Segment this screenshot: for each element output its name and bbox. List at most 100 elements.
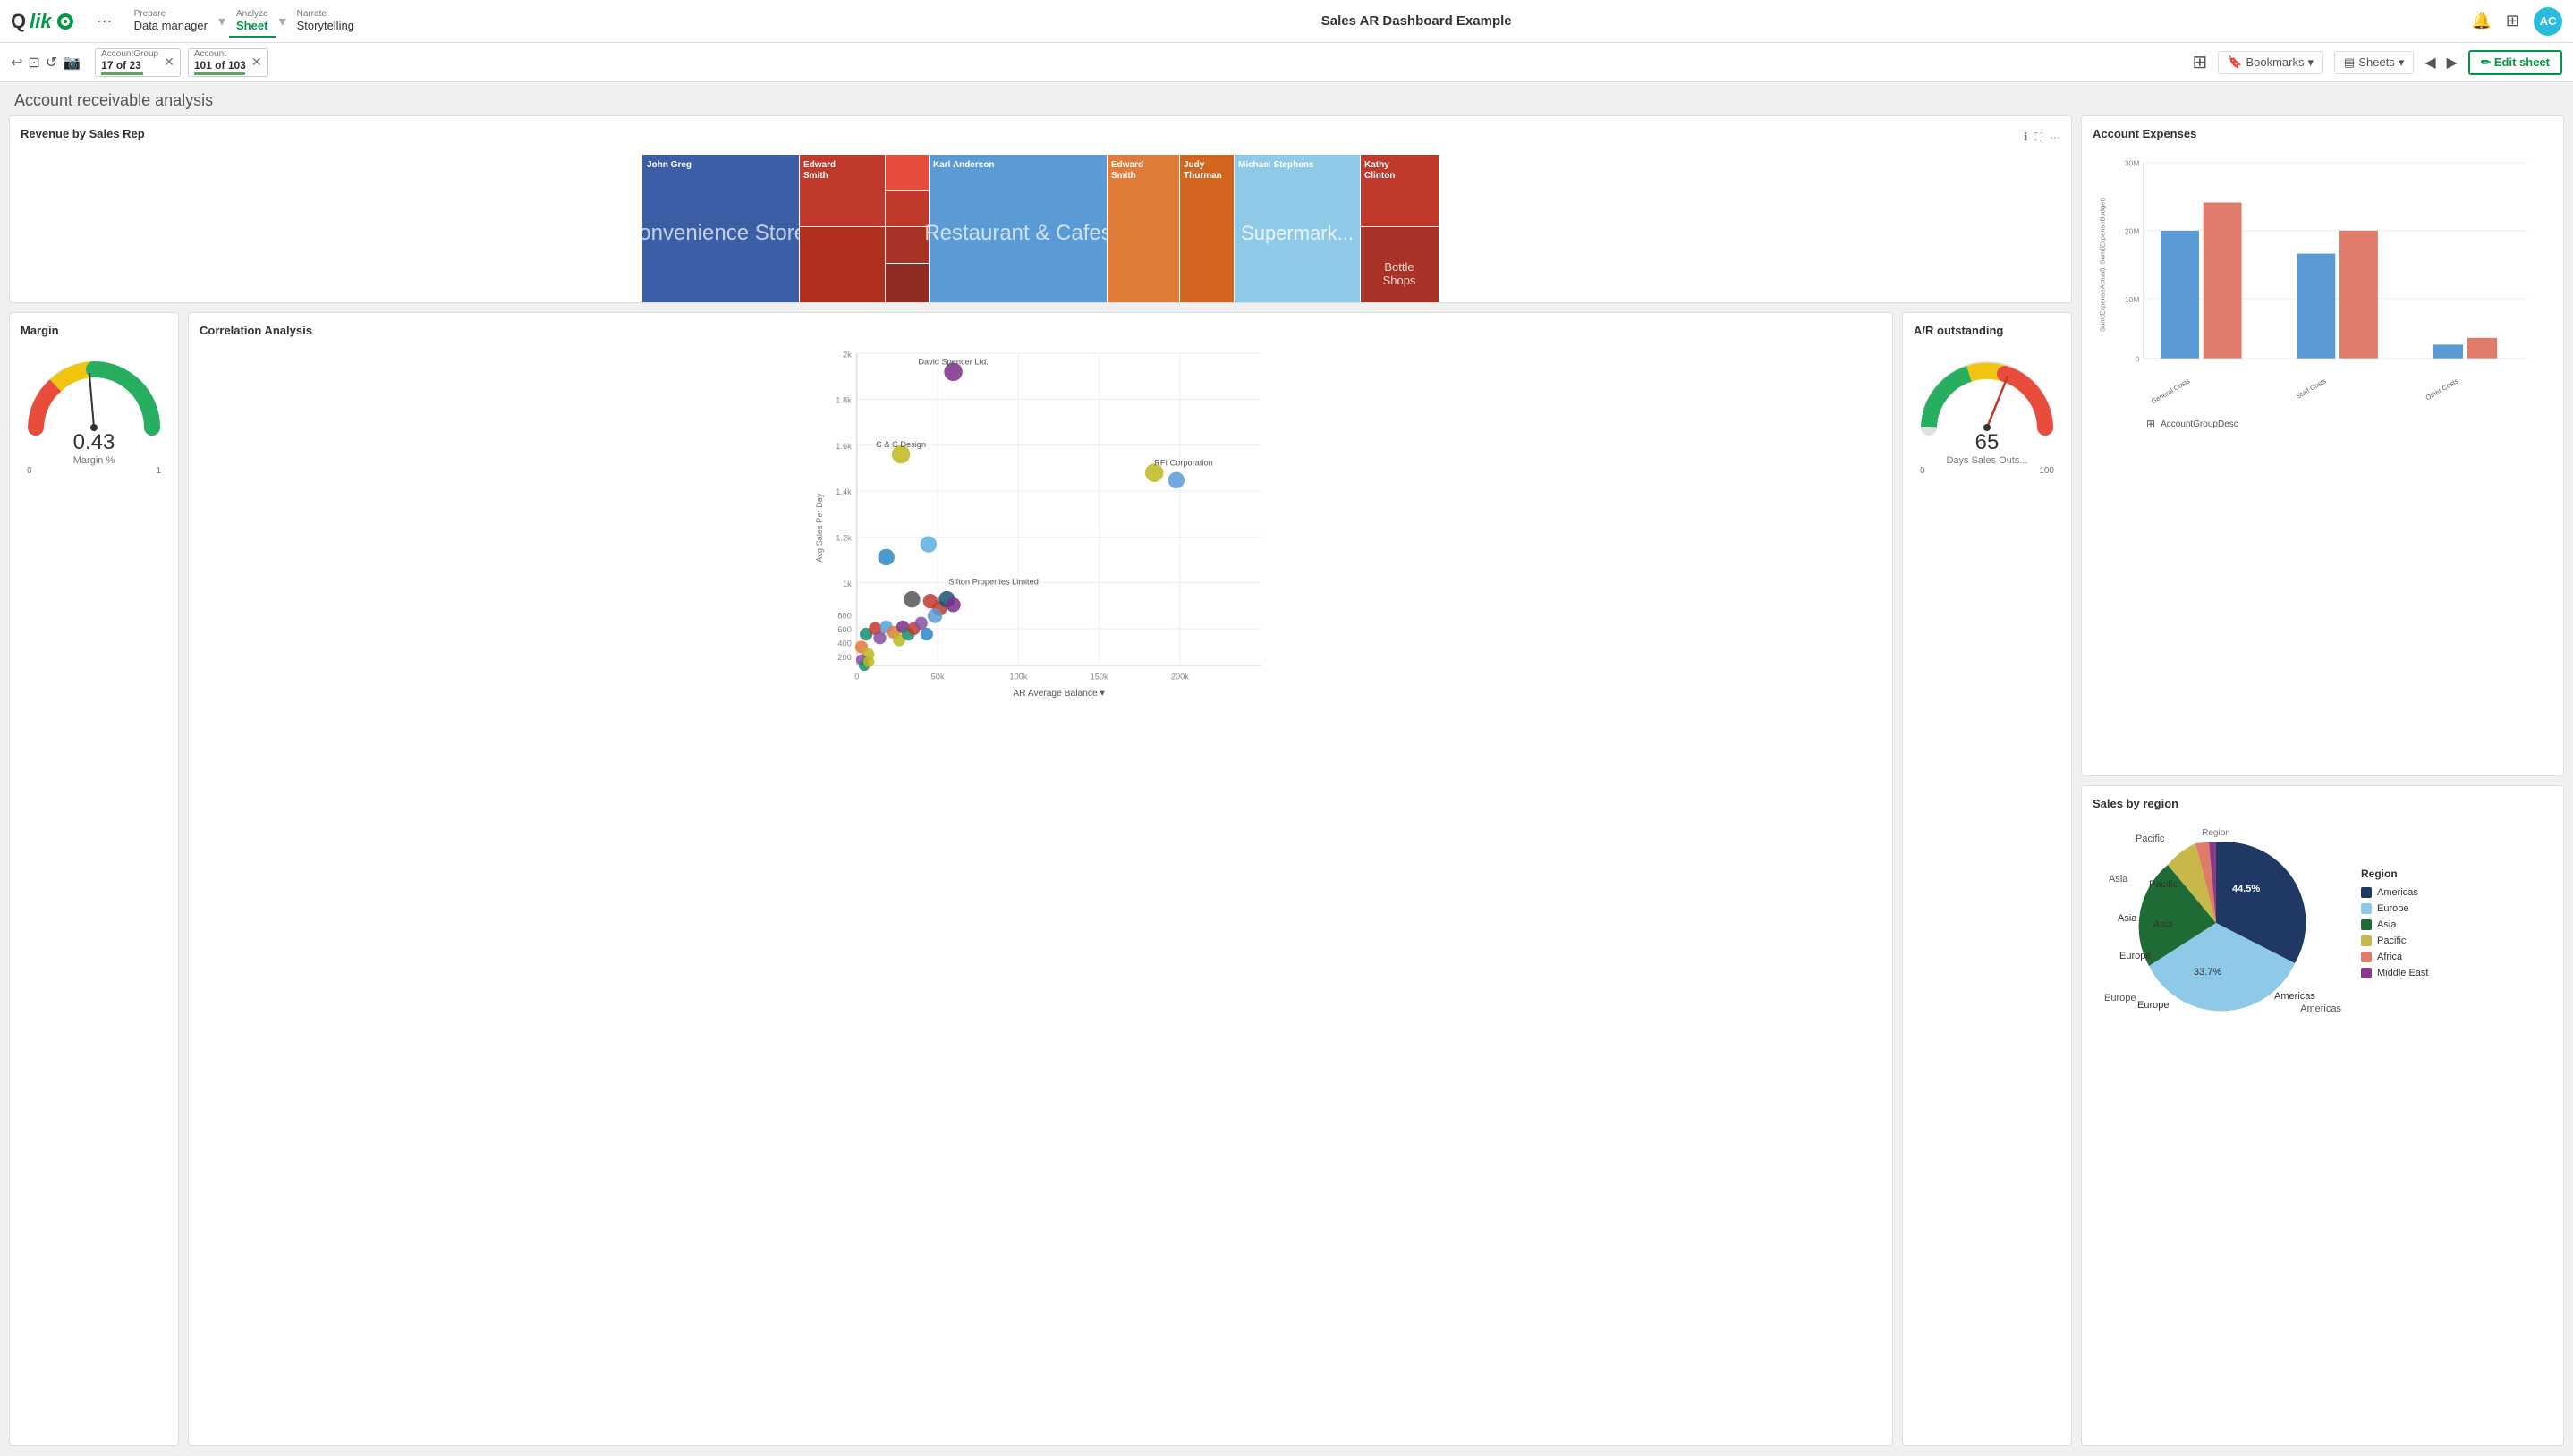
svg-text:150k: 150k [1091,672,1108,681]
expand-icon[interactable]: ⊡ [28,54,39,72]
scatter-plot[interactable]: 2k 1.8k 1.6k 1.4k 1.2k 1k 800 600 400 20… [200,344,1881,705]
region-legend-title: Region [2361,868,2428,880]
grid-icon[interactable]: ⊞ [2506,12,2519,30]
logo[interactable]: Q lik [11,10,75,33]
prepare-nav[interactable]: Prepare Data manager [127,5,215,38]
svg-text:1k: 1k [843,580,852,588]
right-column: Account Expenses 30M 20M 10M 0 Sum( [2081,115,2564,1446]
bookmarks-button[interactable]: 🔖 Bookmarks ▾ [2218,51,2323,74]
expenses-title: Account Expenses [2093,127,2552,140]
svg-text:800: 800 [837,612,851,621]
top-nav: Q lik ··· Prepare Data manager ▾ Analyze… [0,0,2573,43]
pie-chart[interactable]: 44.5% 33.7% Asia Europe Europe Americas … [2100,825,2350,1021]
svg-text:Region: Region [2202,828,2230,838]
svg-text:1.4k: 1.4k [836,487,852,496]
ar-gauge-container: 65 Days Sales Outs... 0 100 [1914,344,2060,483]
bookmarks-dropdown-icon: ▾ [2308,55,2314,70]
next-icon[interactable]: ▶ [2447,54,2458,72]
svg-text:2k: 2k [843,350,852,359]
pie-svg: 44.5% 33.7% Asia Europe Europe Americas … [2100,825,2350,1021]
undo-icon[interactable]: ↺ [46,54,57,72]
account-filter[interactable]: Account 101 of 103 ✕ [188,48,268,77]
prepare-dropdown[interactable]: ▾ [218,13,225,30]
svg-text:Staff Costs: Staff Costs [2295,377,2328,400]
logo-q: Q [11,10,26,33]
treemap-container[interactable]: John Greg Convenience Stores Edward Smit… [21,155,2060,302]
svg-text:Avg Sales Per Day: Avg Sales Per Day [815,493,824,563]
edit-sheet-button[interactable]: ✏ Edit sheet [2468,50,2562,75]
svg-text:Sum(ExpenseActual), Sum(Expens: Sum(ExpenseActual), Sum(ExpenseBudget) [2098,197,2106,332]
legend-middle-east: Middle East [2361,968,2428,978]
bottom-row: Margin [9,312,2072,1446]
analyze-nav[interactable]: Analyze Sheet [229,5,276,38]
margin-card: Margin [9,312,179,1446]
americas-legend-label: Americas [2377,887,2418,898]
svg-text:Clinton: Clinton [1364,171,1395,181]
narrate-sub: Storytelling [297,19,354,32]
prepare-label: Prepare [134,9,208,19]
svg-text:Michael Stephens: Michael Stephens [1238,160,1314,170]
correlation-title: Correlation Analysis [200,324,1881,337]
expenses-card: Account Expenses 30M 20M 10M 0 Sum( [2081,115,2564,776]
analyze-dropdown[interactable]: ▾ [279,13,286,30]
ar-range: 0 100 [1920,466,2054,476]
svg-text:Asia: Asia [2118,913,2137,924]
svg-text:AR Average Balance ▾: AR Average Balance ▾ [1013,689,1104,698]
margin-value-container: 0.43 Margin % [73,430,115,466]
svg-text:Smith: Smith [803,171,828,181]
grid-view-icon[interactable]: ⊞ [2193,51,2208,73]
bell-icon[interactable]: 🔔 [2471,12,2491,30]
narrate-nav[interactable]: Narrate Storytelling [290,5,361,38]
svg-text:33.7%: 33.7% [2194,967,2221,978]
analyze-label: Analyze [236,9,268,19]
account-group-label: AccountGroup [101,49,158,59]
svg-text:Smith: Smith [1111,171,1136,181]
more-menu-icon[interactable]: ··· [89,8,120,34]
account-group-close-icon[interactable]: ✕ [164,55,174,70]
legend-label: AccountGroupDesc [2161,419,2238,429]
margin-range: 0 1 [27,466,161,476]
svg-text:Europe: Europe [2137,1000,2169,1011]
account-group-filter[interactable]: AccountGroup 17 of 23 ✕ [95,48,181,77]
sheets-label: Sheets [2358,55,2394,69]
avatar[interactable]: AC [2534,7,2562,36]
pacific-dot [2361,935,2372,946]
sheets-button[interactable]: ▤ Sheets ▾ [2334,51,2414,74]
more-chart-icon[interactable]: ··· [2050,131,2060,144]
middle-east-legend-label: Middle East [2377,968,2428,978]
svg-text:0: 0 [2136,354,2140,363]
svg-text:200: 200 [837,653,851,662]
main-content: Revenue by Sales Rep ℹ ⛶ ··· John Greg C… [0,115,2573,1455]
analyze-sub: Sheet [236,19,268,32]
svg-text:50k: 50k [931,672,945,681]
expenses-chart[interactable]: 30M 20M 10M 0 Sum(ExpenseActual), Sum(Ex… [2093,148,2552,416]
ar-title: A/R outstanding [1914,324,2060,337]
legend-pacific: Pacific [2361,935,2428,946]
svg-text:600: 600 [837,625,851,634]
expand-chart-icon[interactable]: ⛶ [2035,131,2042,144]
ar-min: 0 [1920,466,1925,476]
svg-text:David Spencer Ltd.: David Spencer Ltd. [918,358,988,367]
africa-dot [2361,952,2372,962]
svg-text:Judy: Judy [1184,160,1205,170]
pacific-label: Pacific [2136,834,2164,844]
svg-text:Shops: Shops [1383,274,1416,287]
snapshot-icon[interactable]: 📷 [63,54,81,72]
svg-text:Other Costs: Other Costs [2424,377,2460,402]
bookmark-icon: 🔖 [2228,55,2242,70]
middle-east-dot [2361,968,2372,978]
svg-text:Sifton Properties Limited: Sifton Properties Limited [948,578,1038,587]
prev-icon[interactable]: ◀ [2424,54,2435,72]
sheet-icon: ▤ [2344,55,2355,70]
asia-legend-label: Asia [2377,919,2396,930]
left-column: Revenue by Sales Rep ℹ ⛶ ··· John Greg C… [9,115,2072,1446]
europe-dot [2361,903,2372,914]
back-icon[interactable]: ↩ [11,54,22,72]
account-progress [194,72,245,75]
account-close-icon[interactable]: ✕ [251,55,262,70]
info-icon[interactable]: ℹ [2024,131,2028,144]
svg-text:Bottle: Bottle [1384,260,1414,274]
europe-label: Europe [2104,993,2136,1003]
svg-text:20M: 20M [2125,227,2140,236]
svg-text:Supermark...: Supermark... [1241,222,1354,244]
